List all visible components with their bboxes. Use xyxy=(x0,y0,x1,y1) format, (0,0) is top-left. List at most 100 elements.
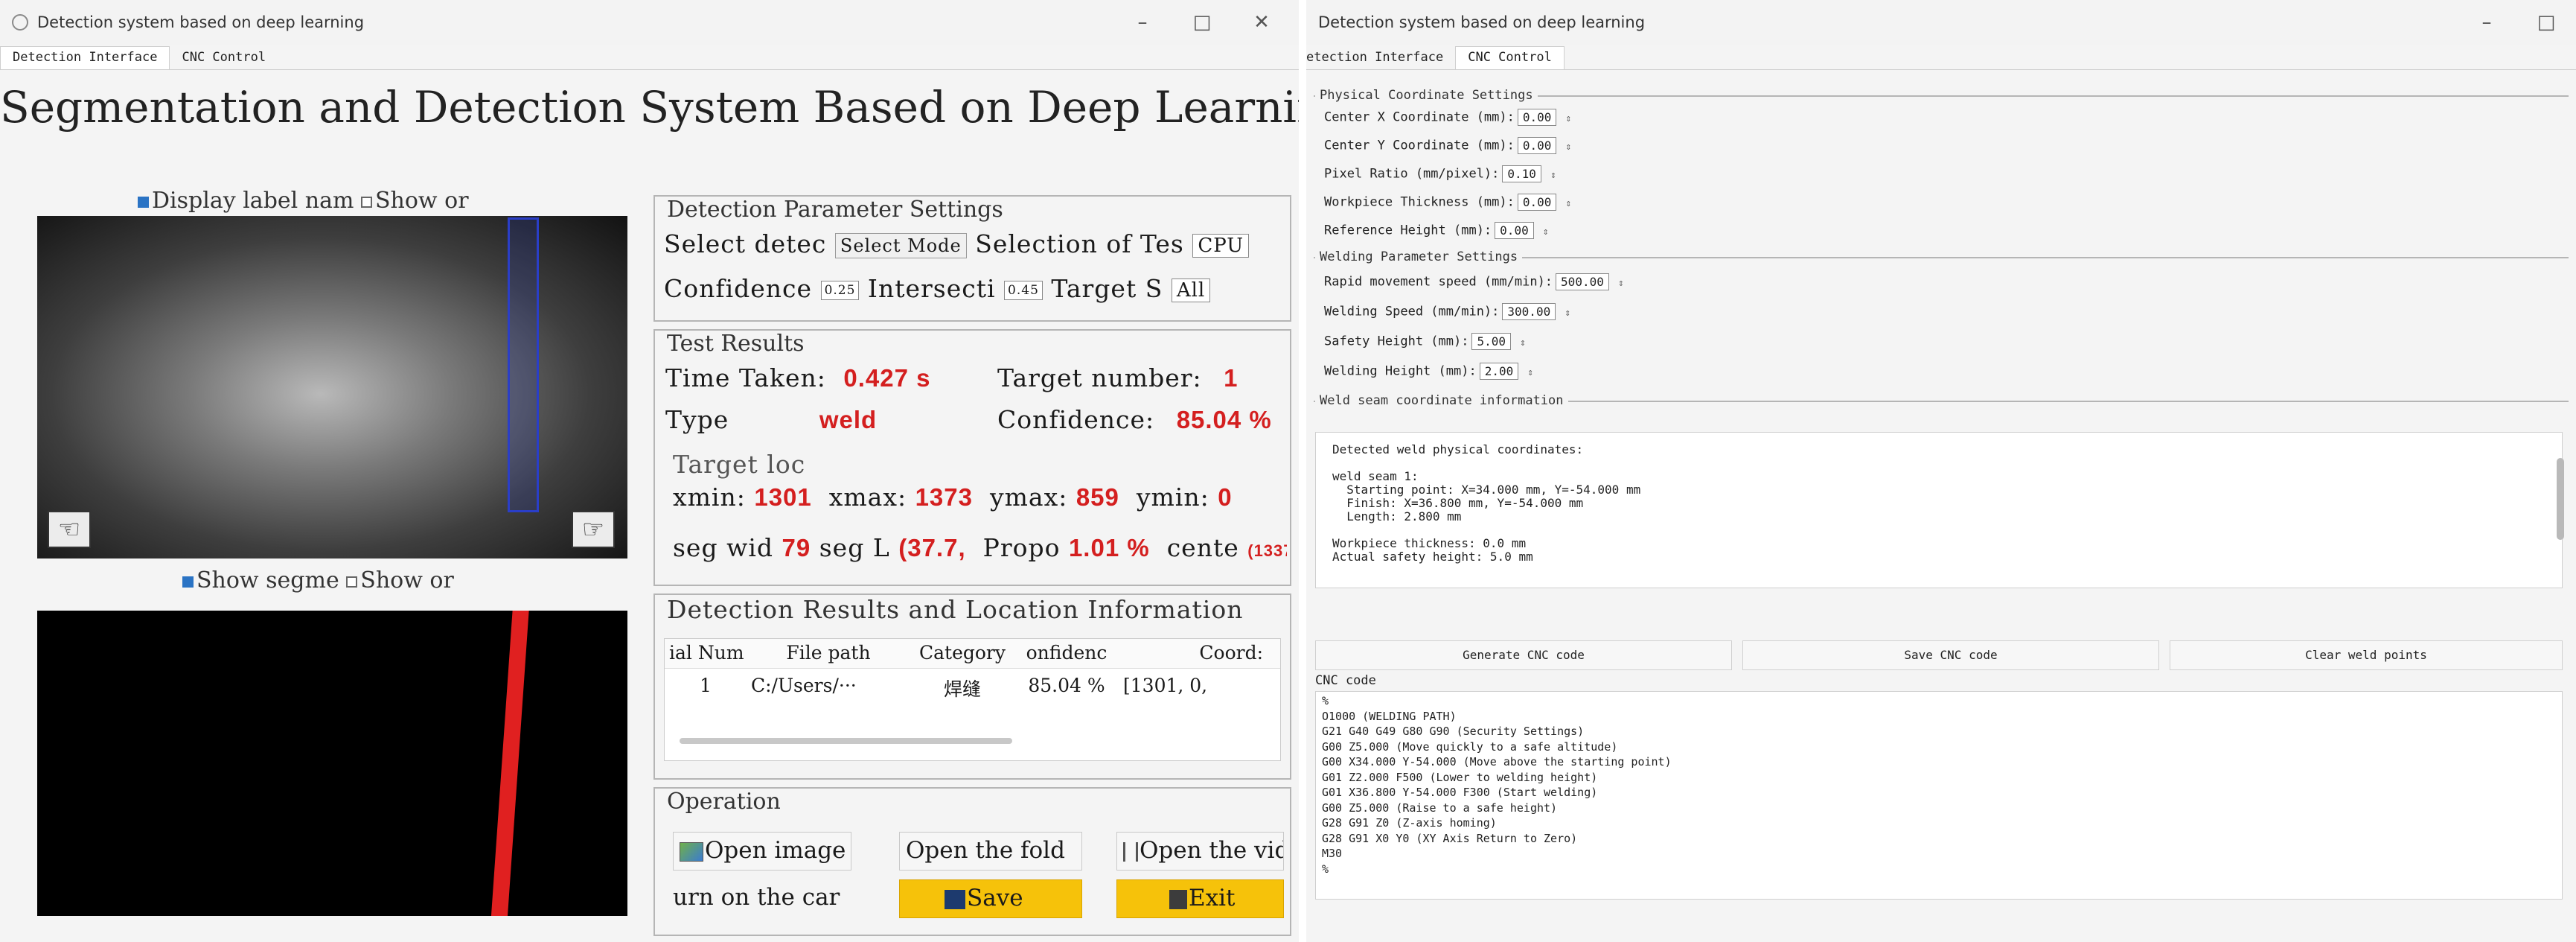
cnc-window-title: Detection system based on deep learning xyxy=(1318,13,1646,31)
previous-image-icon[interactable]: ☜ xyxy=(48,511,91,548)
cnc-code-editor[interactable]: % O1000 (WELDING PATH) G21 G40 G49 G80 G… xyxy=(1315,691,2563,900)
spin-arrows-icon[interactable]: ⇕ xyxy=(1527,367,1533,378)
time-row: Time Taken: 0.427 s xyxy=(665,363,931,392)
app-icon xyxy=(12,14,28,31)
show-original-seg-checkbox[interactable] xyxy=(346,576,358,588)
iou-label: Intersecti xyxy=(867,274,996,303)
title-bar: Detection system based on deep learning … xyxy=(0,0,1299,45)
generate-cnc-button[interactable]: Generate CNC code xyxy=(1315,640,1732,670)
weld-seam-info-text[interactable]: Detected weld physical coordinates: weld… xyxy=(1315,432,2563,588)
segmentation-mask xyxy=(489,611,530,916)
center-x-field: Center X Coordinate (mm): 0.00 ⇕ xyxy=(1324,109,1571,126)
display-label-checkbox[interactable] xyxy=(138,196,149,208)
save-cnc-button[interactable]: Save CNC code xyxy=(1742,640,2159,670)
cnc-tab-detection-interface[interactable]: etection Interface xyxy=(1306,47,1455,69)
reference-height-field: Reference Height (mm): 0.00 ⇕ xyxy=(1324,222,1549,239)
minimize-icon[interactable]: – xyxy=(1113,11,1172,34)
show-original-text: Show or xyxy=(374,188,469,214)
spin-arrows-icon[interactable]: ⇕ xyxy=(1543,226,1549,238)
xmax-value: 1373 xyxy=(915,483,973,511)
cell-file-path: C:/Users/··· xyxy=(751,675,857,696)
detection-results-title: Detection Results and Location Informati… xyxy=(662,595,1248,624)
center-y-field: Center Y Coordinate (mm): 0.00 ⇕ xyxy=(1324,137,1571,154)
col-serial[interactable]: ial Num xyxy=(665,639,747,668)
horizontal-scrollbar[interactable] xyxy=(680,738,1012,744)
center-y-spinbox[interactable]: 0.00 xyxy=(1517,137,1557,154)
save-button[interactable]: Save xyxy=(899,879,1082,918)
camera-button[interactable]: urn on the car xyxy=(667,879,853,918)
col-file-path[interactable]: File path xyxy=(747,639,910,668)
target-select[interactable]: All xyxy=(1171,279,1211,302)
cnc-window: Detection system based on deep learning … xyxy=(1306,0,2576,942)
col-coordinates[interactable]: Coord: xyxy=(1119,639,1268,668)
workpiece-thickness-field: Workpiece Thickness (mm): 0.00 ⇕ xyxy=(1324,194,1571,211)
spin-arrows-icon[interactable]: ⇕ xyxy=(1565,308,1570,319)
pixel-ratio-field: Pixel Ratio (mm/pixel): 0.10 ⇕ xyxy=(1324,165,1556,182)
window-title: Detection system based on deep learning xyxy=(37,13,365,31)
open-image-label: Open image xyxy=(705,837,846,864)
reference-height-label: Reference Height (mm): xyxy=(1324,223,1492,238)
time-taken-value: 0.427 s xyxy=(843,364,931,392)
select-mode-button[interactable]: Select Mode xyxy=(834,233,967,258)
ymin-label: ymin: xyxy=(1136,483,1209,512)
spin-arrows-icon[interactable]: ⇕ xyxy=(1550,170,1556,181)
workpiece-thickness-spinbox[interactable]: 0.00 xyxy=(1517,194,1557,211)
exit-button[interactable]: Exit xyxy=(1116,879,1284,918)
show-segment-checkbox[interactable] xyxy=(182,576,194,588)
reference-height-spinbox[interactable]: 0.00 xyxy=(1495,222,1534,239)
proportion-value: 1.01 % xyxy=(1068,534,1150,561)
pixel-ratio-spinbox[interactable]: 0.10 xyxy=(1502,165,1541,182)
cell-category: 焊缝 xyxy=(943,678,981,700)
spin-arrows-icon[interactable]: ⇕ xyxy=(1520,337,1526,349)
safety-height-label: Safety Height (mm): xyxy=(1324,334,1469,349)
type-label: Type xyxy=(665,405,729,434)
cnc-minimize-icon[interactable]: – xyxy=(2457,11,2516,34)
welding-speed-spinbox[interactable]: 300.00 xyxy=(1502,303,1556,320)
safety-height-spinbox[interactable]: 5.00 xyxy=(1471,333,1511,350)
cnc-maximize-icon[interactable]: □ xyxy=(2516,11,2576,34)
xmax-label: xmax: xyxy=(828,483,907,512)
info-vertical-scrollbar[interactable] xyxy=(2557,458,2564,540)
table-header: ial Num File path Category onfidenc Coor… xyxy=(665,639,1280,669)
time-taken-label: Time Taken: xyxy=(665,363,826,392)
spin-arrows-icon[interactable]: ⇕ xyxy=(1565,113,1571,124)
segmentation-image xyxy=(37,611,627,916)
open-image-button[interactable]: Open image xyxy=(673,832,851,871)
spin-arrows-icon[interactable]: ⇕ xyxy=(1565,198,1571,209)
model-select-row: Select detec Select Mode Selection of Te… xyxy=(664,229,1285,258)
next-image-icon[interactable]: ☞ xyxy=(572,511,615,548)
welding-height-spinbox[interactable]: 2.00 xyxy=(1479,363,1519,380)
segment-row: seg wid 79 seg L (37.7, Propo 1.01 % cen… xyxy=(673,533,1287,562)
table-row[interactable]: 1 C:/Users/··· 焊缝 85.04 % [1301, 0, xyxy=(665,672,1280,701)
cell-coordinates: [1301, 0, xyxy=(1123,675,1208,696)
spin-arrows-icon[interactable]: ⇕ xyxy=(1618,278,1624,289)
center-x-label: Center X Coordinate (mm): xyxy=(1324,109,1515,125)
col-confidence[interactable]: onfidenc xyxy=(1014,639,1119,668)
confidence-row: Confidence: 85.04 % xyxy=(997,405,1272,434)
physical-coordinate-title: Physical Coordinate Settings xyxy=(1315,88,1538,103)
clear-weld-points-button[interactable]: Clear weld points xyxy=(2170,640,2563,670)
target-select-label: Target S xyxy=(1051,274,1163,303)
open-folder-button[interactable]: Open the fold xyxy=(899,832,1082,871)
tab-detection-interface[interactable]: Detection Interface xyxy=(0,46,170,69)
device-select[interactable]: CPU xyxy=(1192,234,1250,258)
spin-arrows-icon[interactable]: ⇕ xyxy=(1565,141,1571,153)
maximize-icon[interactable]: □ xyxy=(1172,11,1232,34)
operation-group: Operation Open image Open the fold Open … xyxy=(653,787,1291,936)
weld-seam-info-title: Weld seam coordinate information xyxy=(1315,393,1568,408)
tab-cnc-control[interactable]: CNC Control xyxy=(170,47,278,69)
confidence-spinbox[interactable]: 0.25 xyxy=(820,281,860,300)
close-icon[interactable]: ✕ xyxy=(1232,11,1291,34)
detection-results-table[interactable]: ial Num File path Category onfidenc Coor… xyxy=(664,638,1281,761)
cnc-tab-cnc-control[interactable]: CNC Control xyxy=(1455,46,1565,69)
ymax-label: ymax: xyxy=(989,483,1068,512)
iou-spinbox[interactable]: 0.45 xyxy=(1004,281,1043,300)
bottom-checkbox-row: Show segme Show or xyxy=(182,567,495,593)
center-x-spinbox[interactable]: 0.00 xyxy=(1517,109,1557,126)
rapid-speed-spinbox[interactable]: 500.00 xyxy=(1556,273,1609,290)
col-category[interactable]: Category xyxy=(910,639,1014,668)
show-original-checkbox[interactable] xyxy=(360,196,372,208)
camera-label: urn on the car xyxy=(673,884,840,911)
welding-height-field: Welding Height (mm): 2.00 ⇕ xyxy=(1324,363,1533,380)
open-video-button[interactable]: Open the vid xyxy=(1116,832,1284,871)
